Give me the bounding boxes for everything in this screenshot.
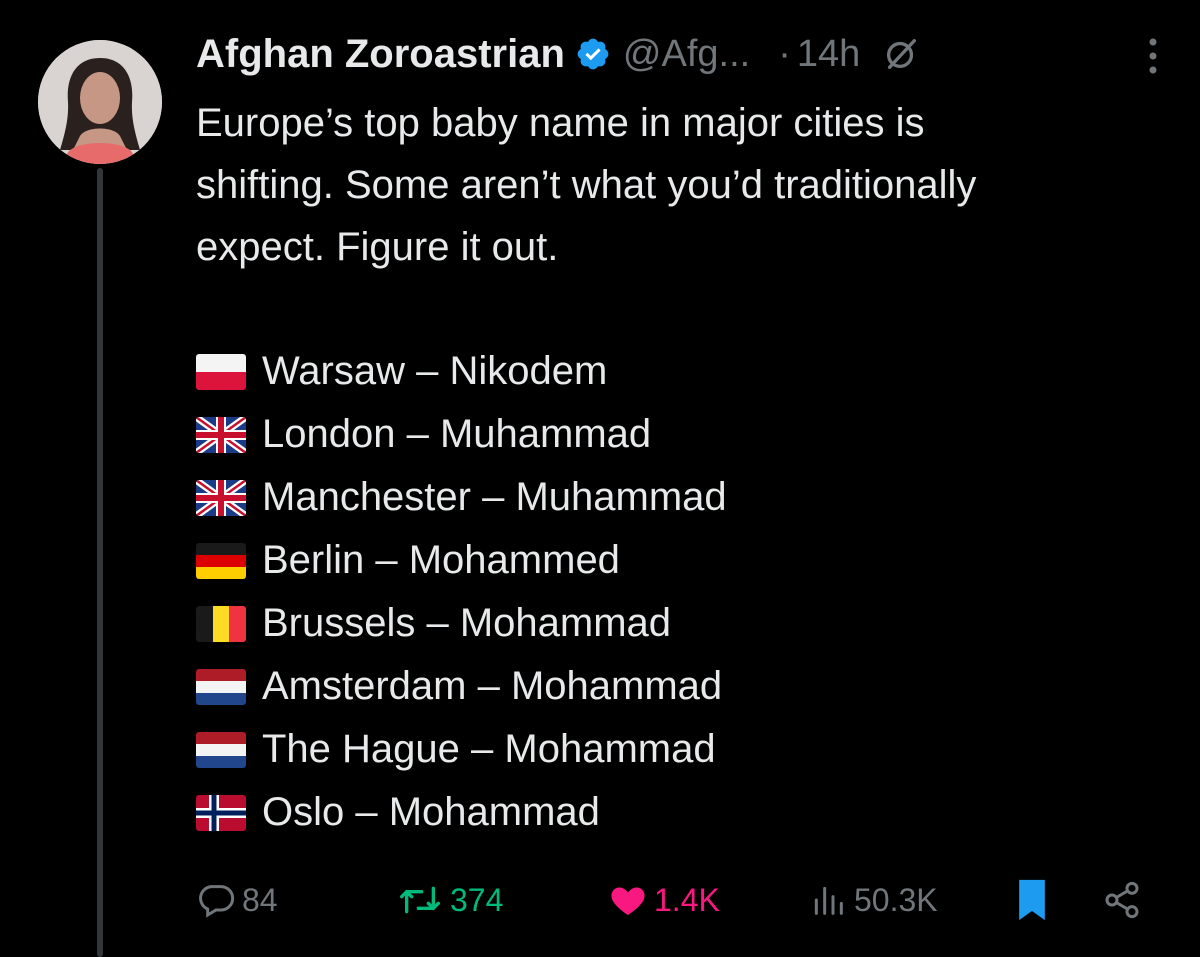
list-item: Berlin – Mohammed: [196, 529, 1096, 592]
reply-button[interactable]: 84: [196, 870, 278, 930]
list-item-text: Manchester – Muhammad: [262, 475, 727, 519]
list-item-text: Oslo – Mohammad: [262, 790, 600, 834]
retweet-icon: [400, 886, 441, 914]
list-item-text: Amsterdam – Mohammad: [262, 664, 723, 708]
tweet-actions: 84 374 1.4K 50.3K: [196, 870, 1140, 930]
list-item-text: Brussels – Mohammad: [262, 601, 672, 645]
separator-dot: ·: [778, 32, 791, 75]
reply-icon: [199, 885, 235, 918]
tweet-text-line: shifting. Some aren’t what you’d traditi…: [196, 163, 977, 207]
avatar[interactable]: [38, 40, 162, 164]
uk-flag-icon: [196, 479, 246, 516]
belgium-flag-icon: [196, 605, 246, 642]
share-icon: [1105, 881, 1139, 919]
retweet-count: 374: [450, 881, 504, 918]
heart-icon: [611, 887, 645, 915]
tweet-text-line: expect. Figure it out.: [196, 225, 559, 269]
list-item: Oslo – Mohammad: [196, 781, 1096, 844]
list-item-text: London – Muhammad: [262, 412, 652, 456]
author-handle[interactable]: @Afg...: [623, 33, 750, 76]
tweet-header: Afghan Zoroastrian @Afg... · 14h: [196, 28, 1160, 80]
tweet-text-line: Europe’s top baby name in major cities i…: [196, 101, 925, 145]
view-count: 50.3K: [854, 881, 938, 918]
author-name[interactable]: Afghan Zoroastrian: [196, 32, 565, 77]
netherlands-flag-icon: [196, 731, 246, 768]
grok-icon[interactable]: [882, 35, 920, 73]
city-name-list: Warsaw – Nikodem London – Muhammad Manch…: [196, 340, 1096, 844]
list-item: London – Muhammad: [196, 403, 1096, 466]
reply-count: 84: [242, 881, 278, 918]
like-count: 1.4K: [654, 881, 720, 918]
poland-flag-icon: [196, 353, 246, 390]
list-item-text: Berlin – Mohammed: [262, 538, 620, 582]
share-button[interactable]: [1102, 870, 1148, 930]
list-item: Amsterdam – Mohammad: [196, 655, 1096, 718]
verified-badge-icon: [577, 38, 609, 70]
bookmark-button[interactable]: [1014, 870, 1056, 930]
retweet-button[interactable]: 374: [396, 870, 503, 930]
thread-line: [97, 168, 103, 957]
list-item: Brussels – Mohammad: [196, 592, 1096, 655]
list-item: Manchester – Muhammad: [196, 466, 1096, 529]
bookmark-icon: [1019, 879, 1045, 921]
views-chart-icon: [814, 886, 843, 915]
list-item-text: Warsaw – Nikodem: [262, 349, 608, 393]
germany-flag-icon: [196, 542, 246, 579]
like-button[interactable]: 1.4K: [608, 870, 720, 930]
list-item: The Hague – Mohammad: [196, 718, 1096, 781]
list-item-text: The Hague – Mohammad: [262, 727, 716, 771]
tweet-text: Europe’s top baby name in major cities i…: [196, 92, 1176, 278]
norway-flag-icon: [196, 794, 246, 831]
netherlands-flag-icon: [196, 668, 246, 705]
uk-flag-icon: [196, 416, 246, 453]
views-button[interactable]: 50.3K: [808, 870, 938, 930]
list-item: Warsaw – Nikodem: [196, 340, 1096, 403]
timestamp[interactable]: 14h: [797, 33, 860, 76]
more-options-icon[interactable]: [1146, 36, 1160, 76]
